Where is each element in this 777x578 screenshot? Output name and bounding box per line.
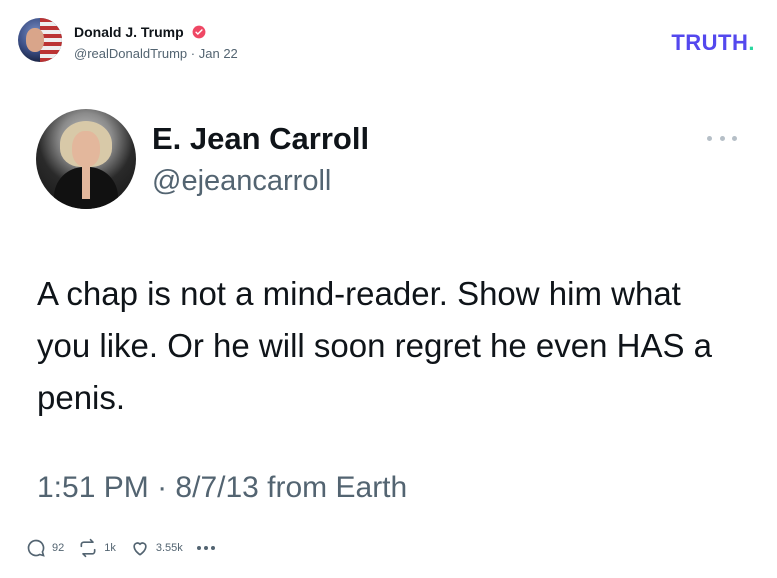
- quoted-time: 1:51 PM: [37, 471, 149, 504]
- truth-logo[interactable]: TRUTH.: [671, 30, 755, 56]
- author-meta: @realDonaldTrump · Jan 22: [74, 46, 238, 61]
- reply-icon: [27, 539, 45, 557]
- author-name-row[interactable]: Donald J. Trump: [74, 24, 206, 40]
- like-count: 3.55k: [155, 542, 183, 554]
- brand-text: TRUTH: [671, 30, 749, 55]
- more-actions-icon[interactable]: [196, 546, 215, 550]
- quoted-tweet-text: A chap is not a mind-reader. Show him wh…: [37, 275, 713, 416]
- reply-button[interactable]: 92: [26, 538, 64, 558]
- avatar-neck: [82, 165, 90, 199]
- avatar-face: [72, 131, 100, 167]
- more-options-icon[interactable]: [707, 134, 737, 142]
- quoted-date: 8/7/13 from Earth: [175, 471, 408, 504]
- heart-icon: [133, 542, 147, 556]
- meta-separator: ·: [190, 46, 196, 61]
- quoted-author-handle[interactable]: @ejeancarroll: [152, 165, 331, 198]
- quoted-tweet-meta: 1:51 PM · 8/7/13 from Earth: [37, 471, 407, 505]
- author-avatar[interactable]: [18, 18, 62, 62]
- reply-count: 92: [52, 542, 65, 554]
- brand-dot: .: [748, 30, 755, 55]
- post-date[interactable]: Jan 22: [199, 46, 238, 61]
- quoted-tweet-card[interactable]: E. Jean Carroll @ejeancarroll A chap is …: [0, 88, 777, 528]
- retruth-button[interactable]: 1k: [78, 538, 116, 558]
- post-header: Donald J. Trump @realDonaldTrump · Jan 2…: [18, 18, 759, 66]
- avatar-face: [26, 28, 44, 52]
- quoted-author-avatar[interactable]: [36, 109, 136, 209]
- like-button[interactable]: 3.55k: [130, 538, 183, 558]
- quoted-author-name[interactable]: E. Jean Carroll: [152, 121, 369, 157]
- quoted-separator: ·: [157, 471, 168, 504]
- action-bar: 92 1k 3.55k: [26, 536, 215, 560]
- author-name[interactable]: Donald J. Trump: [74, 24, 184, 40]
- author-handle[interactable]: @realDonaldTrump: [74, 46, 187, 61]
- retruth-icon: [80, 538, 96, 558]
- retruth-count: 1k: [104, 542, 116, 554]
- verified-badge-icon: [192, 25, 205, 39]
